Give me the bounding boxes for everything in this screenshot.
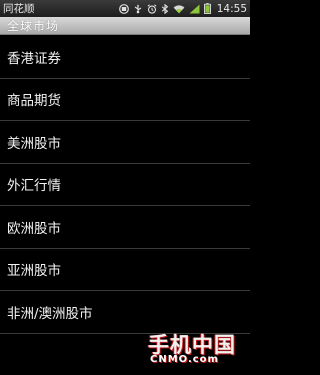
menu-item-commodity-futures[interactable]: 商品期货 bbox=[0, 79, 250, 121]
menu-item-label: 亚洲股市 bbox=[7, 263, 61, 280]
wifi-icon bbox=[173, 4, 185, 14]
menu-item-asia-stocks[interactable]: 亚洲股市 bbox=[0, 249, 250, 291]
menu-item-forex[interactable]: 外汇行情 bbox=[0, 164, 250, 206]
status-app-name: 同花顺 bbox=[3, 3, 35, 15]
bluetooth-icon bbox=[161, 3, 169, 14]
menu-item-africa-australia-stocks[interactable]: 非洲/澳洲股市 bbox=[0, 291, 250, 334]
cnmo-watermark-logo: 手机中国 CNMO.com bbox=[144, 329, 244, 367]
market-menu-list: 香港证券 商品期货 美洲股市 外汇行情 欧洲股市 亚洲股市 非洲/澳洲股市 bbox=[0, 36, 250, 334]
menu-item-hk-securities[interactable]: 香港证券 bbox=[0, 36, 250, 79]
page-title: 全球市场 bbox=[7, 19, 60, 33]
usb-icon bbox=[133, 4, 143, 14]
menu-item-label: 香港证券 bbox=[7, 50, 61, 67]
notification-icon bbox=[118, 3, 129, 14]
status-icons: 14:55 bbox=[118, 2, 247, 15]
battery-icon bbox=[203, 3, 211, 14]
watermark-logo-sub: CNMO.com bbox=[150, 354, 219, 365]
menu-item-label: 非洲/澳洲股市 bbox=[7, 305, 93, 322]
status-bar: 同花顺 14:55 bbox=[0, 0, 250, 17]
menu-item-label: 美洲股市 bbox=[7, 135, 61, 152]
alarm-icon bbox=[147, 3, 157, 14]
menu-item-americas-stocks[interactable]: 美洲股市 bbox=[0, 121, 250, 164]
menu-item-europe-stocks[interactable]: 欧洲股市 bbox=[0, 206, 250, 249]
signal-icon bbox=[189, 4, 200, 14]
menu-item-label: 商品期货 bbox=[7, 93, 61, 110]
menu-item-label: 外汇行情 bbox=[7, 178, 61, 195]
title-bar: 全球市场 bbox=[0, 17, 250, 35]
menu-item-label: 欧洲股市 bbox=[7, 220, 61, 237]
status-time: 14:55 bbox=[216, 2, 247, 15]
